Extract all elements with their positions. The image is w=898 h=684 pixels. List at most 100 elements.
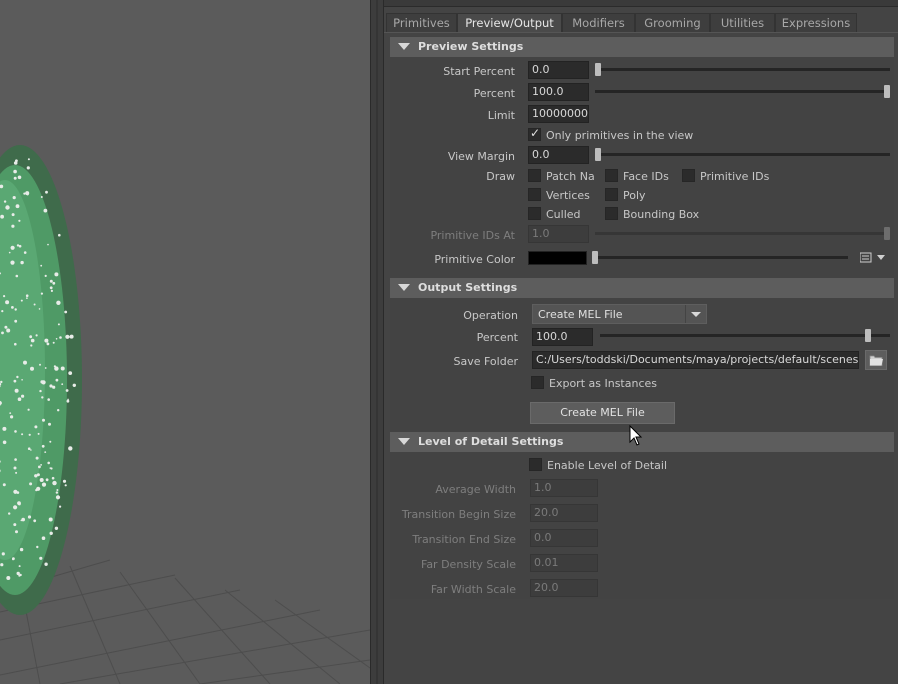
view-margin-field[interactable]: 0.0 [528,146,589,164]
flower-dot [58,233,61,237]
flower-dot [43,208,48,213]
bounding-box-label: Bounding Box [623,208,700,221]
browse-folder-button[interactable] [865,350,887,370]
tab-underline [384,32,898,33]
flower-dot [14,342,17,346]
enable-lod-checkbox[interactable] [529,458,542,471]
face-ids-checkbox[interactable] [605,169,618,182]
view-margin-slider-track[interactable] [595,153,890,156]
flower-dot [1,310,4,313]
primitive-ids-checkbox[interactable] [682,169,695,182]
transition-end-field: 0.0 [530,529,598,547]
map-button-icon[interactable] [860,252,888,263]
flower-dot [21,379,23,381]
percent-slider-track[interactable] [595,90,890,93]
percent-slider-handle[interactable] [884,85,890,98]
flower-dot [34,474,38,478]
start-percent-slider-handle[interactable] [595,63,601,76]
output-percent-slider-track[interactable] [600,334,890,337]
bounding-box-checkbox[interactable] [605,207,618,220]
flower-dot [49,467,52,469]
tab-primitives[interactable]: Primitives [386,13,457,32]
culled-label: Culled [546,208,581,221]
flower-dot [27,515,32,519]
flower-dot [10,415,14,419]
start-percent-field[interactable]: 0.0 [528,61,589,79]
enable-lod-label: Enable Level of Detail [547,459,668,472]
flower-dot [16,244,20,247]
percent-field[interactable]: 100.0 [528,83,589,101]
tab-content: Preview Settings Start Percent 0.0 Perce… [390,36,894,599]
preview-settings-header[interactable]: Preview Settings [390,37,894,57]
flower-dot [19,547,24,552]
tab-utilities[interactable]: Utilities [710,13,775,32]
flower-dot [16,571,20,576]
flower-dot [52,480,57,486]
panel-splitter[interactable] [370,0,384,684]
operation-dropdown[interactable]: Create MEL File [532,304,707,324]
section-title: Output Settings [418,281,518,294]
flower-dot [11,306,14,309]
poly-checkbox[interactable] [605,188,618,201]
primitive-ids-at-slider-track [595,232,890,235]
flower-dot [44,274,47,277]
flower-dot [14,308,17,311]
output-settings-header[interactable]: Output Settings [390,278,894,298]
flower-dot [39,556,43,560]
primitive-color-swatch[interactable] [528,251,587,265]
flower-dot [39,363,41,366]
primitive-color-slider-track[interactable] [594,256,848,259]
flower-dot [11,213,15,217]
primitive-ids-at-field: 1.0 [528,225,589,243]
vertices-checkbox[interactable] [528,188,541,201]
view-margin-slider-handle[interactable] [595,148,601,161]
attribute-editor: Primitives Preview/Output Modifiers Groo… [384,0,898,684]
only-primitives-label: Only primitives in the view [546,129,694,142]
flower-dot [28,433,31,436]
flower-dot [72,383,77,387]
patch-na-checkbox[interactable] [528,169,541,182]
far-density-field: 0.01 [530,554,598,572]
flower-dot [15,274,19,278]
flower-dot [18,502,21,506]
save-folder-label: Save Folder [453,355,519,368]
flower-dot [61,383,64,386]
flower-dot [25,294,29,298]
primitive-color-slider-handle[interactable] [592,251,598,264]
flower-dot [14,458,17,461]
flower-dot [23,192,26,195]
flower-dot [55,338,58,340]
flower-dot [1,552,5,556]
culled-checkbox[interactable] [528,207,541,220]
flower-dot [45,478,49,482]
flower-dot [62,367,65,370]
flower-dot [54,272,59,277]
tab-grooming[interactable]: Grooming [635,13,710,32]
flower-dot [8,512,11,515]
output-percent-slider-handle[interactable] [865,329,871,342]
flower-dot [13,505,18,510]
flower-dot [13,161,18,165]
section-title: Preview Settings [418,40,524,53]
start-percent-slider-track[interactable] [595,68,890,71]
flower-dot [65,334,70,339]
output-percent-field[interactable]: 100.0 [532,328,593,346]
limit-field[interactable]: 100000000 [528,105,589,123]
flower-dot [21,394,25,398]
tab-modifiers[interactable]: Modifiers [562,13,635,32]
create-mel-file-button[interactable]: Create MEL File [530,402,675,424]
flower-dot [12,558,14,561]
tab-expressions[interactable]: Expressions [775,13,857,32]
tab-preview-output[interactable]: Preview/Output [457,13,562,33]
flower-dot [48,422,51,426]
only-primitives-checkbox[interactable]: ✓ [528,126,541,141]
flower-dot [0,214,5,219]
save-folder-field[interactable]: C:/Users/toddski/Documents/maya/projects… [532,351,859,369]
flower-dot [3,200,7,203]
viewport-3d[interactable] [0,0,370,684]
folder-icon [869,355,883,366]
primitive-color-label: Primitive Color [434,253,515,266]
transition-begin-field: 20.0 [530,504,598,522]
export-instances-checkbox[interactable] [531,376,544,389]
transition-end-label: Transition End Size [412,533,516,546]
